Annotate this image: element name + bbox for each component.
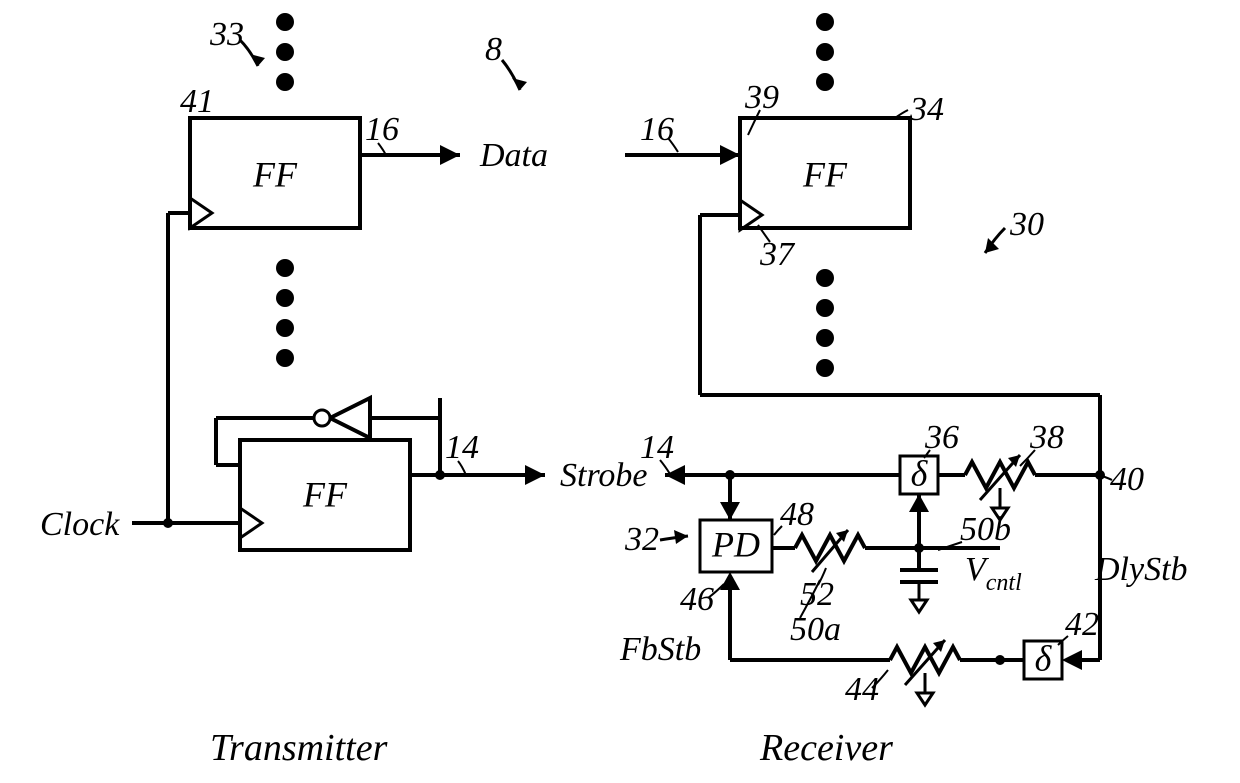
ff-block-rx-label: FF bbox=[802, 154, 848, 194]
ref-46: 46 bbox=[680, 581, 714, 618]
ref-40: 40 bbox=[1110, 461, 1144, 498]
ref-50b: 50b bbox=[960, 511, 1011, 548]
circuit-diagram: FF 33 41 8 Data 16 FF Clock bbox=[0, 0, 1240, 783]
vcntl-label: Vcntl bbox=[965, 551, 1022, 596]
delta-block-36-label: δ bbox=[911, 453, 929, 493]
ref-34: 34 bbox=[909, 91, 944, 128]
pd-block-label: PD bbox=[711, 524, 760, 564]
dlystb-label: DlyStb bbox=[1094, 551, 1188, 588]
ref-14-out: 14 bbox=[445, 429, 479, 466]
ref-48: 48 bbox=[780, 496, 814, 533]
data-label: Data bbox=[479, 137, 548, 174]
ref-8: 8 bbox=[485, 31, 502, 68]
receiver-section-label: Receiver bbox=[759, 727, 893, 769]
ref-41: 41 bbox=[180, 83, 214, 120]
transmitter-section-label: Transmitter bbox=[210, 727, 388, 769]
ref-14-in: 14 bbox=[640, 429, 674, 466]
ref-33: 33 bbox=[209, 16, 244, 53]
ref-44: 44 bbox=[845, 671, 879, 708]
ff-block-tx-top-label: FF bbox=[252, 154, 298, 194]
clock-label: Clock bbox=[40, 506, 120, 543]
fbstb-label: FbStb bbox=[619, 631, 701, 668]
ff-block-tx-bottom-label: FF bbox=[302, 474, 348, 514]
ref-37: 37 bbox=[759, 236, 796, 273]
ref-30: 30 bbox=[1009, 206, 1044, 243]
ref-16-in: 16 bbox=[640, 111, 674, 148]
capacitor-50b bbox=[900, 548, 938, 612]
ref-16-out: 16 bbox=[365, 111, 399, 148]
strobe-label: Strobe bbox=[560, 457, 648, 494]
ref-42: 42 bbox=[1065, 606, 1099, 643]
ref-32: 32 bbox=[624, 521, 659, 558]
delta-block-42-label: δ bbox=[1035, 638, 1053, 678]
ref-50a: 50a bbox=[790, 611, 841, 648]
resistor-50a bbox=[772, 530, 919, 572]
ref-39: 39 bbox=[744, 79, 779, 116]
